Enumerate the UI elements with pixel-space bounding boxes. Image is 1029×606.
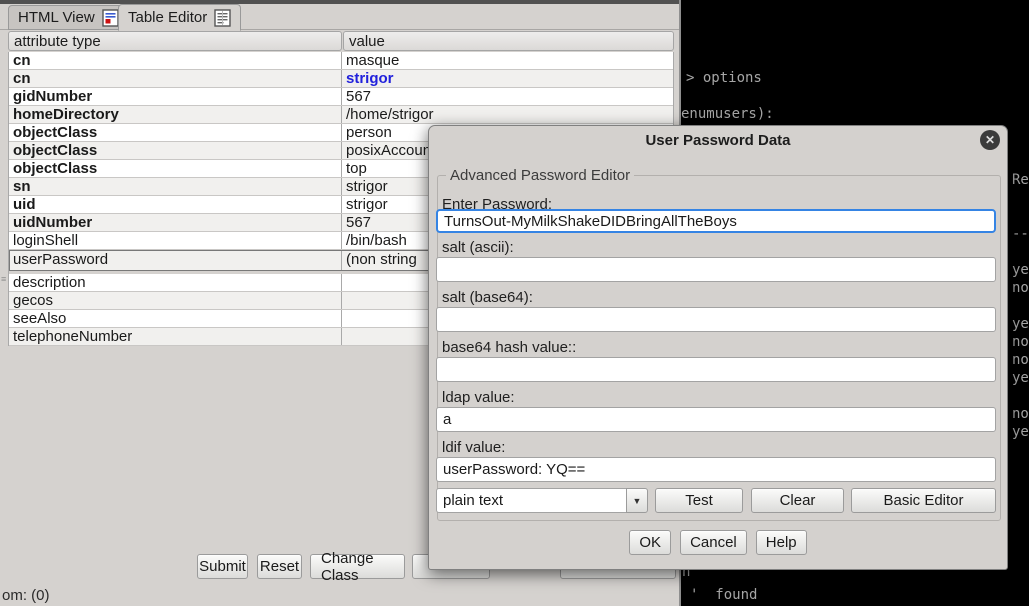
column-header-attribute-type[interactable]: attribute type (8, 31, 342, 51)
base64-hash-label: base64 hash value:: (442, 339, 576, 356)
status-text: om: (0) (2, 587, 50, 604)
attr-cell[interactable]: objectClass (9, 142, 342, 159)
salt-ascii-label: salt (ascii): (442, 239, 514, 256)
attr-cell[interactable]: sn (9, 178, 342, 195)
ldif-value-input[interactable] (436, 457, 996, 482)
value-cell[interactable]: 567 (342, 88, 673, 105)
table-row[interactable]: gidNumber567 (9, 88, 673, 106)
groupbox-label: Advanced Password Editor (446, 167, 634, 184)
attr-cell[interactable]: gidNumber (9, 88, 342, 105)
tab-table-editor[interactable]: Table Editor (118, 4, 241, 31)
ldap-value-input[interactable] (436, 407, 996, 432)
salt-ascii-input[interactable] (436, 257, 996, 282)
basic-editor-button[interactable]: Basic Editor (851, 488, 996, 513)
value-cell[interactable]: strigor (342, 70, 673, 87)
tab-html-view-label: HTML View (18, 9, 95, 26)
terminal-fragment: no (1012, 405, 1029, 423)
test-button[interactable]: Test (655, 488, 743, 513)
attr-cell[interactable]: seeAlso (9, 310, 342, 327)
salt-base64-label: salt (base64): (442, 289, 533, 306)
table-row[interactable]: homeDirectory/home/strigor (9, 106, 673, 124)
combo-dropdown-arrow-icon[interactable]: ▼ (626, 488, 648, 513)
terminal-fragment: no (1012, 351, 1029, 369)
user-password-dialog: User Password Data ✕ Advanced Password E… (428, 125, 1008, 570)
scheme-combo-input[interactable] (436, 488, 627, 513)
column-header-label: attribute type (14, 33, 101, 50)
help-button[interactable]: Help (756, 530, 807, 555)
splitter-handle-icon[interactable]: ≡ (1, 277, 6, 281)
attr-cell[interactable]: description (9, 274, 342, 291)
change-class-button[interactable]: Change Class (310, 554, 405, 579)
attr-cell[interactable]: uidNumber (9, 214, 342, 231)
tab-html-view[interactable]: HTML View (8, 5, 129, 30)
attr-cell[interactable]: objectClass (9, 160, 342, 177)
ldap-value-label: ldap value: (442, 389, 515, 406)
reset-button[interactable]: Reset (257, 554, 302, 579)
value-cell[interactable]: masque (342, 52, 673, 69)
ldif-value-label: ldif value: (442, 439, 505, 456)
terminal-line: ' found (690, 586, 757, 604)
dialog-title: User Password Data (429, 132, 1007, 149)
attr-cell[interactable]: userPassword (9, 250, 342, 270)
attr-cell[interactable]: uid (9, 196, 342, 213)
clear-button[interactable]: Clear (751, 488, 844, 513)
tab-bar: HTML View Table Editor (0, 4, 679, 30)
value-cell[interactable]: /home/strigor (342, 106, 673, 123)
base64-hash-input[interactable] (436, 357, 996, 382)
attr-cell[interactable]: telephoneNumber (9, 328, 342, 345)
attr-cell[interactable]: gecos (9, 292, 342, 309)
tab-table-editor-label: Table Editor (128, 9, 207, 26)
attr-cell[interactable]: homeDirectory (9, 106, 342, 123)
enter-password-input[interactable] (436, 209, 996, 233)
attr-cell[interactable]: cn (9, 52, 342, 69)
table-row[interactable]: cnstrigor (9, 70, 673, 88)
column-header-label: value (349, 33, 385, 50)
terminal-line: enumusers): (681, 105, 774, 123)
table-doc-icon (214, 9, 231, 27)
terminal-fragments: no no (1012, 315, 1029, 459)
salt-base64-input[interactable] (436, 307, 996, 332)
dialog-footer: OK Cancel Help (429, 530, 1007, 555)
screen: > options enumusers): Re -- no no ye ye … (0, 0, 1029, 606)
terminal-fragment: Re (1012, 171, 1029, 189)
attr-cell[interactable]: cn (9, 70, 342, 87)
attr-cell[interactable]: objectClass (9, 124, 342, 141)
cancel-button[interactable]: Cancel (680, 530, 747, 555)
column-header-value[interactable]: value (343, 31, 674, 51)
attr-cell[interactable]: loginShell (9, 232, 342, 249)
close-icon[interactable]: ✕ (980, 130, 1000, 150)
ok-button[interactable]: OK (629, 530, 671, 555)
submit-button[interactable]: Submit (197, 554, 248, 579)
table-row[interactable]: cnmasque (9, 52, 673, 70)
terminal-line: > options (686, 69, 762, 87)
terminal-fragment: ye (1012, 261, 1029, 279)
html-doc-icon (102, 9, 119, 27)
